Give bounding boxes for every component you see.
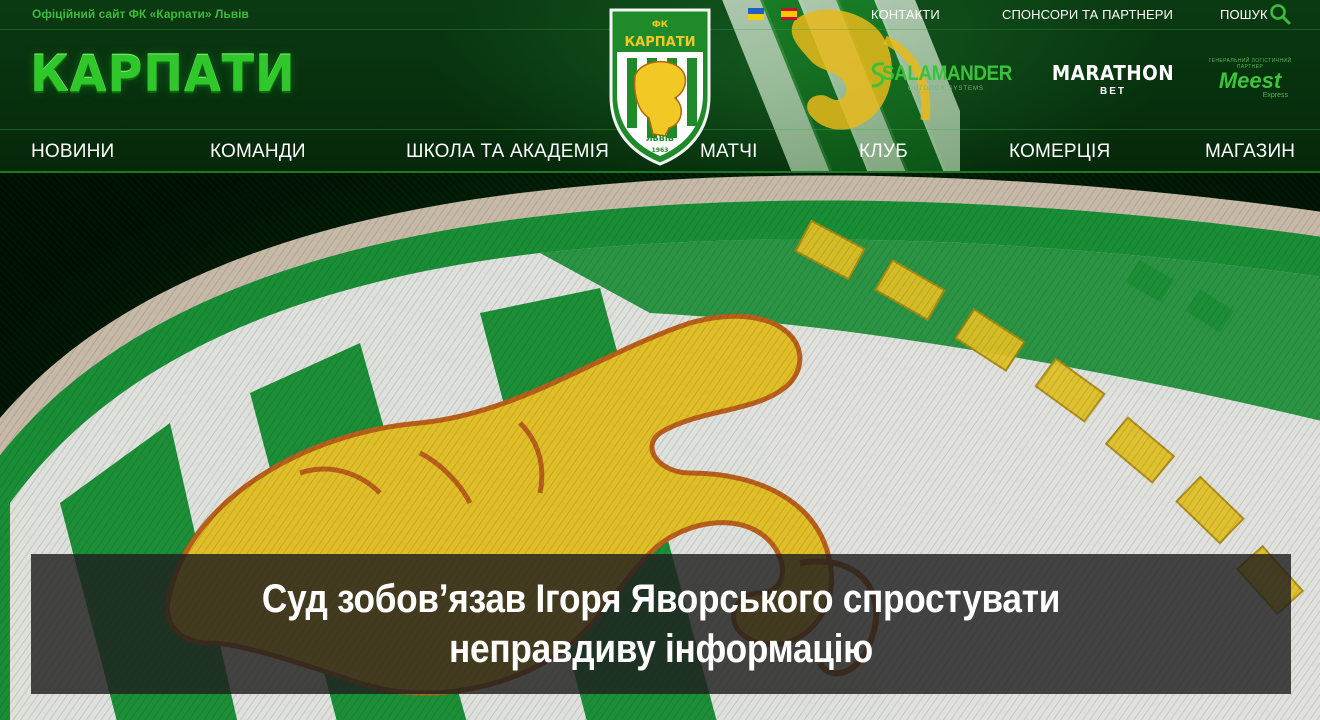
hero-banner[interactable]: Суд зобов’язав Ігоря Яворського спростув… <box>0 173 1320 720</box>
nav-item-school-academy[interactable]: ШКОЛА ТА АКАДЕМІЯ <box>406 141 609 163</box>
nav-item-shop[interactable]: МАГАЗИН <box>1205 141 1295 163</box>
crest-year-text: 1963 <box>652 147 669 154</box>
logo-text: КАРПАТИ <box>30 45 296 103</box>
ukraine-flag-icon[interactable] <box>748 8 764 20</box>
hero-headline[interactable]: Суд зобов’язав Ігоря Яворського спростув… <box>159 574 1162 674</box>
crest-name-text: КАРПАТИ <box>625 35 696 50</box>
club-crest-icon[interactable]: ФК КАРПАТИ ЛЬВІВ 1963 <box>605 6 715 166</box>
nav-item-news[interactable]: НОВИНИ <box>31 141 114 163</box>
nav-item-teams[interactable]: КОМАНДИ <box>210 141 306 163</box>
site-logo[interactable]: КАРПАТИ <box>30 42 320 112</box>
headline-overlay[interactable]: Суд зобов’язав Ігоря Яворського спростув… <box>31 554 1291 694</box>
crest-city-text: ЛЬВІВ <box>646 134 674 143</box>
nav-item-club[interactable]: КЛУБ <box>859 141 908 163</box>
sponsors-link[interactable]: СПОНСОРИ ТА ПАРТНЕРИ <box>1002 7 1173 22</box>
crest-top-text: ФК <box>652 20 669 30</box>
sponsor-salamander[interactable]: SALAMANDER OUTDOOR SYSTEMS <box>868 60 1018 96</box>
spain-flag-icon[interactable] <box>781 8 797 20</box>
site-tagline: Офіційний сайт ФК «Карпати» Львів <box>32 7 249 21</box>
search-link[interactable]: ПОШУК <box>1220 7 1268 22</box>
sponsor-meest[interactable]: ГЕНЕРАЛЬНИЙ ЛОГІСТИЧНИЙ ПАРТНЕР Meest Ex… <box>1206 58 1294 100</box>
magnifier-icon[interactable] <box>1269 3 1291 25</box>
site-header: Офіційний сайт ФК «Карпати» Львів КОНТАК… <box>0 0 1320 173</box>
nav-item-commerce[interactable]: КОМЕРЦІЯ <box>1009 141 1110 163</box>
contacts-link[interactable]: КОНТАКТИ <box>871 7 940 22</box>
sponsor-marathon[interactable]: MARATHON BET <box>1045 61 1181 97</box>
